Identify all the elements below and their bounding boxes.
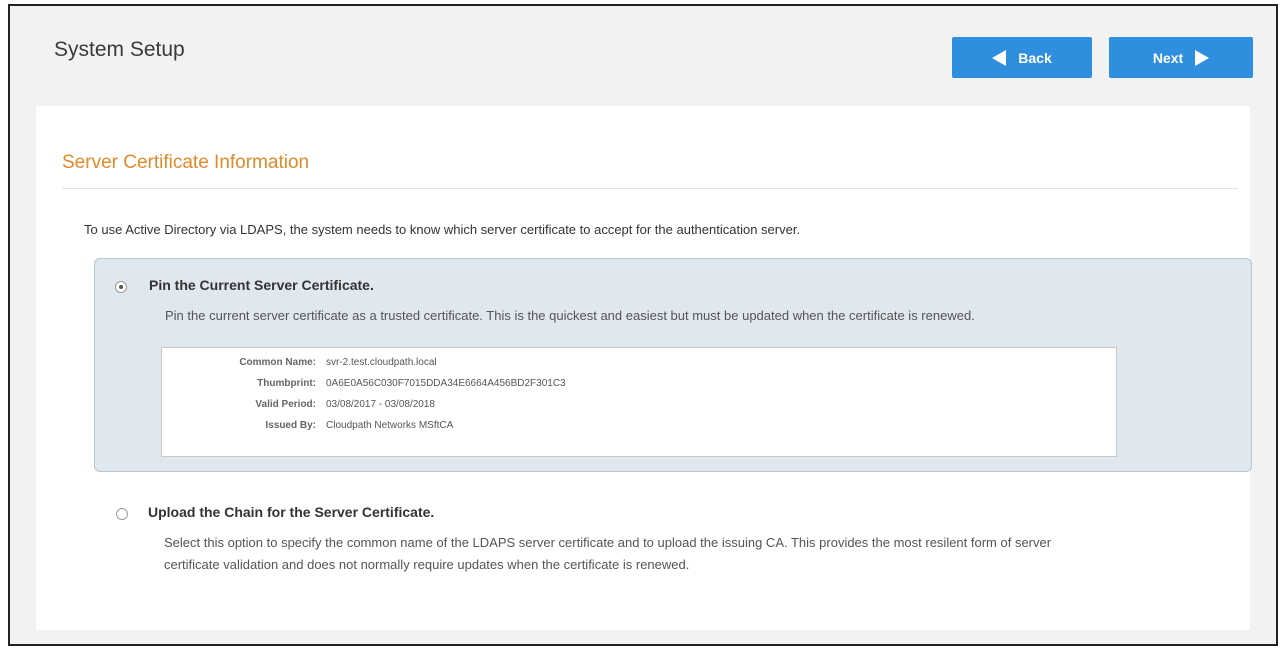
- cert-label: Issued By:: [265, 420, 316, 431]
- triangle-right-icon: [1195, 49, 1210, 66]
- cert-value: 0A6E0A56C030F7015DDA34E6664A456BD2F301C3: [326, 378, 566, 389]
- back-button[interactable]: Back: [952, 37, 1092, 78]
- option-pin-current-certificate[interactable]: Pin the Current Server Certificate. Pin …: [94, 258, 1252, 472]
- option-description: Pin the current server certificate as a …: [165, 308, 975, 323]
- table-row: Issued By: Cloudpath Networks MSftCA: [162, 415, 566, 436]
- cert-label: Thumbprint:: [257, 378, 316, 389]
- radio-upload-chain[interactable]: [116, 508, 128, 520]
- intro-text: To use Active Directory via LDAPS, the s…: [84, 222, 801, 237]
- back-button-label: Back: [1018, 49, 1052, 66]
- table-row: Common Name: svr-2.test.cloudpath.local: [162, 352, 566, 373]
- header: System Setup Back Next: [10, 6, 1276, 104]
- certificate-table: Common Name: svr-2.test.cloudpath.local …: [162, 352, 566, 436]
- table-row: Thumbprint: 0A6E0A56C030F7015DDA34E6664A…: [162, 373, 566, 394]
- section-title: Server Certificate Information: [62, 152, 310, 173]
- content-panel: Server Certificate Information To use Ac…: [36, 106, 1252, 630]
- certificate-details: Common Name: svr-2.test.cloudpath.local …: [161, 347, 1117, 457]
- cert-label: Common Name:: [239, 357, 316, 368]
- option-title: Pin the Current Server Certificate.: [149, 277, 374, 293]
- app-frame: System Setup Back Next Server Certificat…: [8, 4, 1278, 646]
- option-title: Upload the Chain for the Server Certific…: [148, 504, 435, 520]
- triangle-left-icon: [992, 49, 1007, 66]
- table-row: Valid Period: 03/08/2017 - 03/08/2018: [162, 394, 566, 415]
- radio-pin-current-certificate[interactable]: [115, 281, 127, 293]
- cert-value: svr-2.test.cloudpath.local: [326, 357, 437, 368]
- section-divider: [62, 188, 1238, 189]
- cert-value: 03/08/2017 - 03/08/2018: [326, 399, 435, 410]
- page-title: System Setup: [54, 38, 185, 61]
- next-button[interactable]: Next: [1109, 37, 1253, 78]
- option-description-line-2: certificate validation and does not norm…: [164, 557, 690, 572]
- next-button-label: Next: [1152, 49, 1184, 66]
- option-description-line-1: Select this option to specify the common…: [164, 535, 1052, 550]
- cert-label: Valid Period:: [255, 399, 316, 410]
- cert-value: Cloudpath Networks MSftCA: [326, 420, 454, 431]
